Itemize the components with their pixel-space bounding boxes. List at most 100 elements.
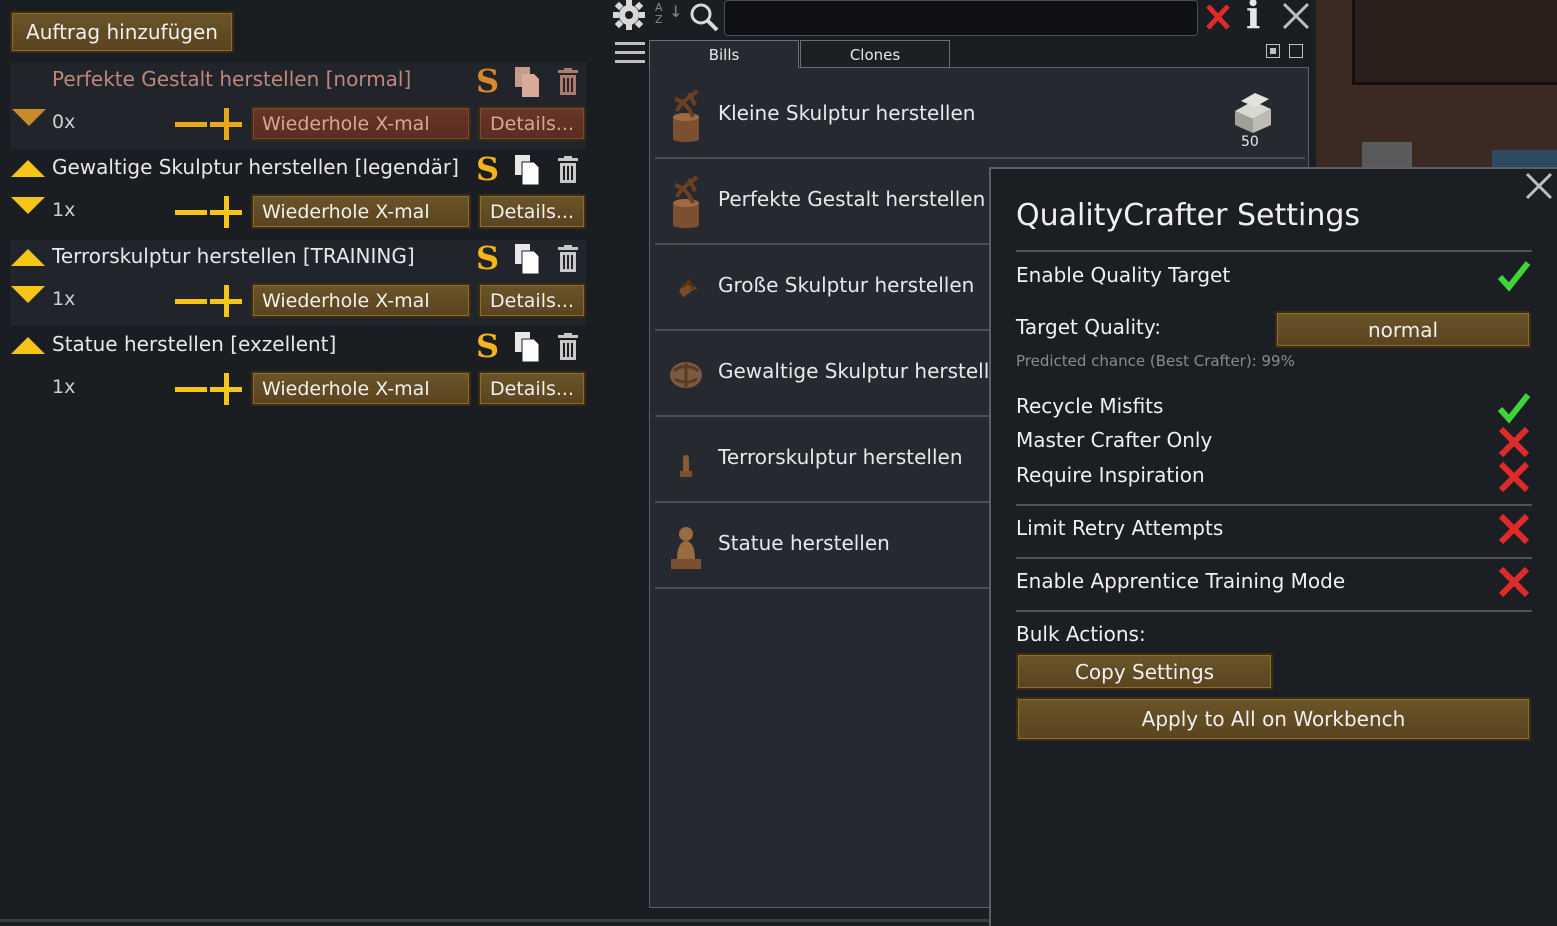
apprentice-mode-checkbox[interactable] (1497, 565, 1531, 599)
store-mode-s-icon[interactable]: S (476, 153, 499, 185)
repeat-mode-button[interactable]: Wiederhole X-mal (251, 283, 471, 318)
limit-retry-checkbox[interactable] (1497, 512, 1531, 546)
info-icon[interactable]: i (1246, 0, 1260, 34)
copy-icon[interactable] (513, 154, 541, 186)
bill-title[interactable]: Perfekte Gestalt herstellen [normal] (52, 67, 411, 91)
bill-row: Terrorskulptur herstellen [TRAINING] 1x … (10, 240, 586, 326)
store-mode-s-icon[interactable]: S (476, 65, 499, 97)
menu-icon[interactable] (615, 40, 645, 66)
move-down-icon[interactable] (11, 286, 45, 303)
sort-label-z: Z (655, 13, 663, 26)
sculpture-large-icon (679, 278, 697, 297)
details-button[interactable]: Details... (478, 371, 586, 406)
delete-icon[interactable] (556, 68, 580, 96)
decrement-icon[interactable] (175, 387, 207, 392)
divider (1016, 610, 1532, 612)
repeat-mode-button[interactable]: Wiederhole X-mal (251, 106, 471, 141)
sort-icon[interactable]: A Z ↓ (655, 2, 683, 32)
search-icon[interactable] (689, 2, 719, 32)
details-button[interactable]: Details... (478, 194, 586, 229)
decrement-icon[interactable] (175, 122, 207, 127)
store-mode-s-icon[interactable]: S (476, 242, 499, 274)
close-dialog-icon[interactable] (1524, 171, 1554, 201)
decrement-icon[interactable] (175, 210, 207, 215)
master-crafter-only-label: Master Crafter Only (1016, 428, 1213, 452)
require-inspiration-label: Require Inspiration (1016, 463, 1205, 487)
dialog-title: QualityCrafter Settings (1016, 198, 1361, 233)
target-quality-dropdown[interactable]: normal (1275, 311, 1531, 348)
repeat-mode-button[interactable]: Wiederhole X-mal (251, 194, 471, 229)
limit-retry-label: Limit Retry Attempts (1016, 516, 1224, 540)
move-down-icon[interactable] (12, 109, 46, 126)
move-down-icon[interactable] (11, 197, 45, 214)
tab-bills[interactable]: Bills (649, 40, 799, 68)
sculpture-form-icon (673, 175, 699, 228)
bill-title[interactable]: Gewaltige Skulptur herstellen [legendär] (52, 155, 459, 179)
recipe-label: Perfekte Gestalt herstellen (718, 187, 986, 211)
clear-search-icon[interactable] (1205, 3, 1231, 31)
recipe-label: Statue herstellen (718, 531, 890, 555)
copy-icon[interactable] (513, 331, 541, 363)
recipe-row[interactable]: Kleine Skulptur herstellen 50 (655, 73, 1305, 159)
divider (1016, 504, 1532, 506)
recycle-misfits-label: Recycle Misfits (1016, 394, 1164, 418)
add-bill-button[interactable]: Auftrag hinzufügen (10, 11, 234, 53)
bill-title[interactable]: Statue herstellen [exzellent] (52, 332, 336, 356)
window-maximize-icon[interactable] (1289, 44, 1303, 58)
decrement-icon[interactable] (175, 299, 207, 304)
move-up-icon[interactable] (11, 337, 45, 354)
repeat-mode-button[interactable]: Wiederhole X-mal (251, 371, 471, 406)
bills-panel: Auftrag hinzufügen Perfekte Gestalt hers… (0, 0, 600, 926)
increment-icon-v[interactable] (224, 285, 229, 317)
target-quality-label: Target Quality: (1016, 315, 1161, 339)
require-inspiration-checkbox[interactable] (1497, 460, 1531, 494)
enable-quality-target-checkbox[interactable] (1497, 258, 1531, 292)
increment-icon-v[interactable] (224, 196, 229, 228)
game-object (1362, 142, 1412, 168)
details-button[interactable]: Details... (478, 283, 586, 318)
master-crafter-only-checkbox[interactable] (1497, 425, 1531, 459)
window-minimize-icon[interactable] (1266, 44, 1280, 58)
copy-icon[interactable] (513, 66, 541, 98)
apply-to-all-button[interactable]: Apply to All on Workbench (1016, 697, 1531, 741)
sculpture-grand-icon (670, 362, 702, 388)
game-world-background (1316, 0, 1557, 168)
sculpture-terror-icon (680, 455, 692, 477)
copy-icon[interactable] (513, 243, 541, 275)
bill-count: 1x (52, 288, 76, 310)
predicted-chance-text: Predicted chance (Best Crafter): 99% (1016, 352, 1295, 370)
delete-icon[interactable] (556, 156, 580, 184)
increment-icon-v[interactable] (224, 373, 229, 405)
game-wall (1352, 0, 1557, 85)
recipe-label: Terrorskulptur herstellen (718, 445, 963, 469)
copy-settings-button[interactable]: Copy Settings (1016, 653, 1273, 690)
bill-count: 0x (52, 111, 76, 133)
delete-icon[interactable] (556, 333, 580, 361)
stone-blocks-icon (1235, 93, 1271, 133)
statue-icon (671, 527, 701, 569)
divider (1016, 557, 1532, 559)
recipe-label: Kleine Skulptur herstellen (718, 101, 976, 125)
bill-count: 1x (52, 199, 76, 221)
bill-row: Gewaltige Skulptur herstellen [legendär]… (10, 151, 586, 237)
game-object-blue (1492, 150, 1557, 168)
move-up-icon[interactable] (11, 249, 45, 266)
details-button[interactable]: Details... (478, 106, 586, 141)
bill-row: Statue herstellen [exzellent] 1x S Wiede… (10, 328, 586, 414)
store-mode-s-icon[interactable]: S (476, 330, 499, 362)
sort-arrow: ↓ (669, 2, 683, 21)
close-icon[interactable] (1282, 2, 1310, 30)
bulk-actions-label: Bulk Actions: (1016, 622, 1146, 646)
gear-icon[interactable] (612, 0, 646, 32)
bill-row: Perfekte Gestalt herstellen [normal] 0x … (10, 63, 586, 149)
tab-clones[interactable]: Clones (800, 40, 950, 68)
move-up-icon[interactable] (11, 160, 45, 177)
divider (1016, 250, 1532, 252)
bill-count: 1x (52, 376, 76, 398)
search-input[interactable] (724, 0, 1198, 36)
delete-icon[interactable] (556, 245, 580, 273)
bill-title[interactable]: Terrorskulptur herstellen [TRAINING] (52, 244, 415, 268)
recipe-label: Große Skulptur herstellen (718, 273, 975, 297)
increment-icon-v[interactable] (224, 108, 229, 140)
recycle-misfits-checkbox[interactable] (1497, 390, 1531, 424)
